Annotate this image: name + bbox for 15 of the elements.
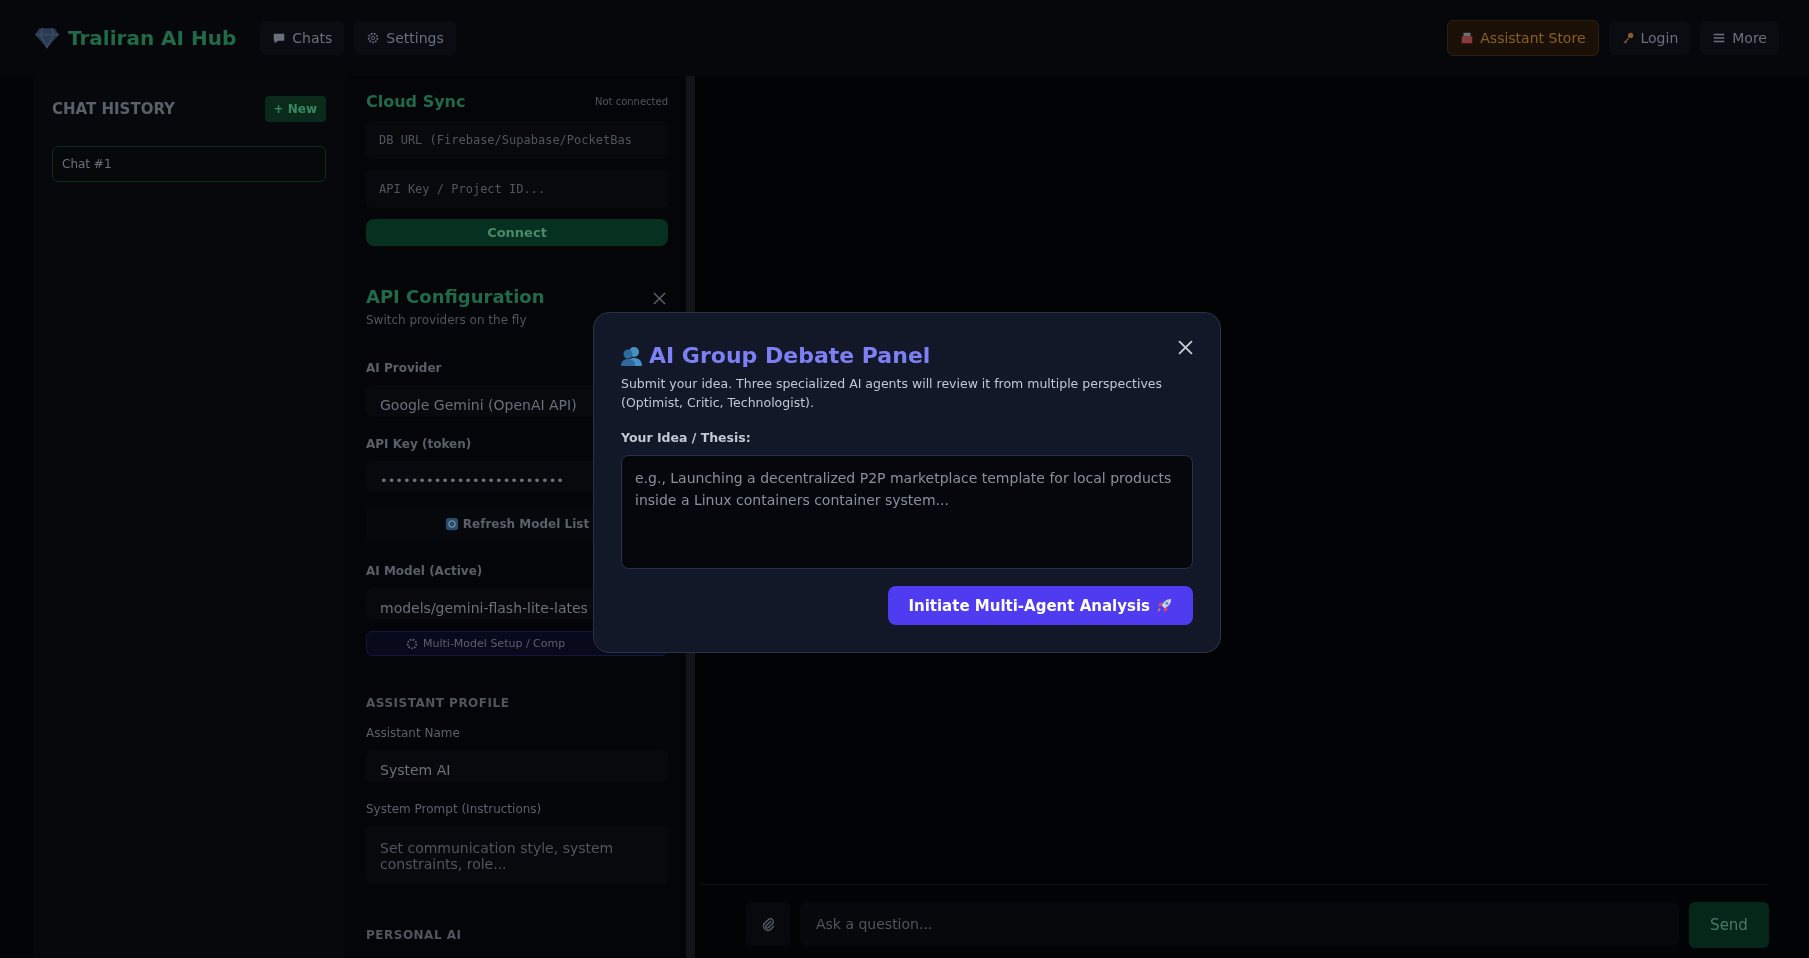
section-title: Cloud Sync bbox=[366, 92, 466, 111]
section-heading: ASSISTANT PROFILE bbox=[366, 696, 510, 710]
section-heading: PERSONAL AI bbox=[366, 928, 462, 942]
app-title: Traliran AI Hub bbox=[68, 26, 237, 50]
field-label: AI Provider bbox=[366, 361, 442, 375]
field-label: System Prompt (Instructions) bbox=[366, 801, 542, 816]
dialog-title: AI Group Debate Panel bbox=[649, 343, 931, 368]
field-label: Assistant Name bbox=[366, 726, 460, 740]
section-title: API Configuration bbox=[366, 286, 545, 307]
section-title: CHAT HISTORY bbox=[52, 100, 175, 118]
field-label: API Key (token) bbox=[366, 436, 472, 451]
section-subtitle: Switch providers on the fly bbox=[366, 313, 528, 327]
field-label: Your Idea / Thesis: bbox=[621, 430, 751, 445]
field-label: AI Model (Active) bbox=[366, 563, 483, 578]
connection-status: Not connected bbox=[594, 96, 668, 107]
